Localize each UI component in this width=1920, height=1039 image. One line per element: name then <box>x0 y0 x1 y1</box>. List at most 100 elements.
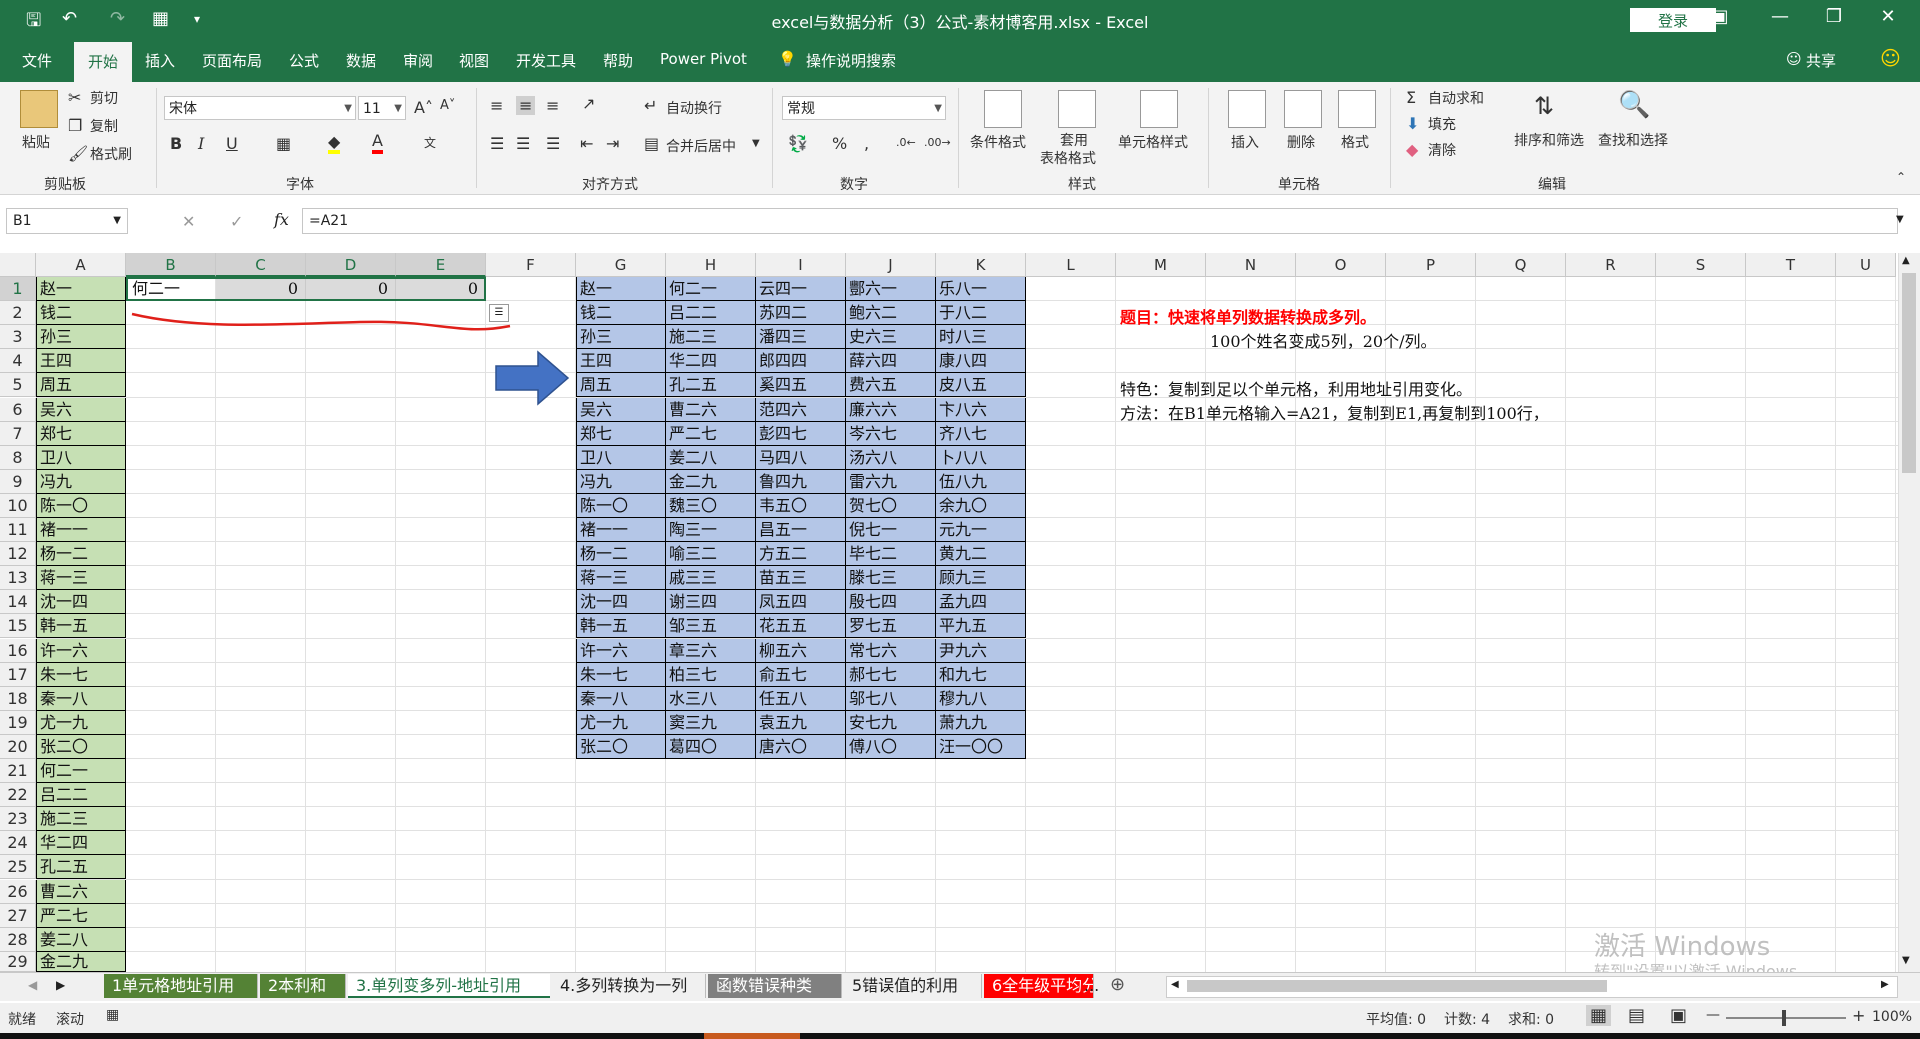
column-header-B[interactable]: B <box>126 253 216 277</box>
sheet-tab-7[interactable]: 6全年级平均分 <box>984 974 1094 998</box>
cell-A24[interactable]: 华二四 <box>36 831 126 856</box>
cell-J10[interactable]: 贺七〇 <box>846 493 936 518</box>
horizontal-scrollbar[interactable]: ◀ ▶ <box>1166 976 1898 998</box>
cell-A12[interactable]: 杨一二 <box>36 542 126 567</box>
tab-view[interactable]: 视图 <box>459 50 489 71</box>
cell-A6[interactable]: 吴六 <box>36 397 126 422</box>
cell-I4[interactable]: 郎四四 <box>756 349 846 374</box>
cell-G7[interactable]: 郑七 <box>576 421 666 446</box>
cell-A5[interactable]: 周五 <box>36 373 126 398</box>
column-header-T[interactable]: T <box>1746 253 1836 277</box>
tab-formulas[interactable]: 公式 <box>289 50 319 71</box>
next-sheet-icon[interactable]: ▶ <box>56 978 65 992</box>
page-break-view-icon[interactable]: ▣ <box>1670 1005 1687 1026</box>
row-header-3[interactable]: 3 <box>0 325 36 350</box>
align-middle-icon[interactable]: ≡ <box>516 96 536 115</box>
format-as-table-label1[interactable]: 套用 <box>1060 130 1088 150</box>
cell-H15[interactable]: 邹三五 <box>666 614 756 639</box>
select-all-corner[interactable] <box>0 253 36 277</box>
prev-sheet-icon[interactable]: ◀ <box>28 978 37 992</box>
smiley-icon[interactable]: ☺ <box>1880 46 1901 70</box>
column-header-E[interactable]: E <box>396 253 486 277</box>
cell-G1[interactable]: 赵一 <box>576 277 666 302</box>
row-header-26[interactable]: 26 <box>0 879 36 904</box>
sheet-tab-4[interactable]: 4.多列转换为一列 <box>552 974 706 998</box>
normal-view-icon[interactable]: ▦ <box>1586 1005 1612 1026</box>
scroll-right-icon[interactable]: ▶ <box>1881 979 1889 990</box>
row-header-29[interactable]: 29 <box>0 951 36 972</box>
cell-K4[interactable]: 康八四 <box>936 349 1026 374</box>
align-left-icon[interactable]: ☰ <box>490 134 504 153</box>
row-header-12[interactable]: 12 <box>0 542 36 567</box>
currency-icon[interactable]: 💱 <box>788 134 808 153</box>
cut-button[interactable]: 剪切 <box>90 88 118 108</box>
tab-file[interactable]: 文件 <box>22 50 52 71</box>
delete-cells-button[interactable]: 删除 <box>1287 132 1315 152</box>
cell-I16[interactable]: 柳五六 <box>756 638 846 663</box>
insert-cells-icon[interactable] <box>1228 90 1266 128</box>
cell-G16[interactable]: 许一六 <box>576 638 666 663</box>
cell-I8[interactable]: 马四八 <box>756 445 846 470</box>
cell-G9[interactable]: 冯九 <box>576 469 666 494</box>
underline-button[interactable]: U <box>226 134 238 153</box>
formula-input[interactable]: =A21 <box>302 208 1898 234</box>
row-header-6[interactable]: 6 <box>0 397 36 422</box>
name-box[interactable]: B1 ▼ <box>6 208 128 234</box>
cancel-icon[interactable]: ✕ <box>182 212 195 231</box>
percent-button[interactable]: % <box>832 134 847 153</box>
cell-styles-button[interactable]: 单元格样式 <box>1118 132 1188 152</box>
cell-styles-icon[interactable] <box>1140 90 1178 128</box>
row-header-1[interactable]: 1 <box>0 277 36 302</box>
sort-filter-icon[interactable]: ⇅ <box>1534 92 1554 120</box>
paste-icon[interactable] <box>20 90 58 128</box>
cell-A25[interactable]: 孔二五 <box>36 855 126 880</box>
cell-J2[interactable]: 鲍六二 <box>846 301 936 326</box>
row-header-18[interactable]: 18 <box>0 686 36 711</box>
scroll-down-icon[interactable]: ▼ <box>1902 955 1910 966</box>
row-header-23[interactable]: 23 <box>0 807 36 832</box>
align-top-icon[interactable]: ≡ <box>490 96 503 115</box>
row-header-9[interactable]: 9 <box>0 469 36 494</box>
format-cells-button[interactable]: 格式 <box>1341 132 1369 152</box>
row-header-21[interactable]: 21 <box>0 759 36 784</box>
tab-data[interactable]: 数据 <box>346 50 376 71</box>
conditional-format-button[interactable]: 条件格式 <box>970 132 1026 152</box>
ribbon-display-icon[interactable]: ▣ <box>1700 6 1740 27</box>
orientation-icon[interactable]: ↗ <box>582 94 595 113</box>
format-painter-button[interactable]: 格式刷 <box>90 144 132 164</box>
cell-J6[interactable]: 廉六六 <box>846 397 936 422</box>
cell-H9[interactable]: 金二九 <box>666 469 756 494</box>
page-layout-view-icon[interactable]: ▤ <box>1628 1005 1645 1026</box>
cell-H18[interactable]: 水三八 <box>666 686 756 711</box>
sheet-tab-5[interactable]: 函数错误种类 <box>708 974 842 998</box>
merge-center-button[interactable]: 合并后居中 <box>666 136 736 156</box>
cell-G20[interactable]: 张二〇 <box>576 734 666 759</box>
cell-A7[interactable]: 郑七 <box>36 421 126 446</box>
cell-G15[interactable]: 韩一五 <box>576 614 666 639</box>
row-header-19[interactable]: 19 <box>0 710 36 735</box>
row-header-17[interactable]: 17 <box>0 662 36 687</box>
collapse-ribbon-icon[interactable]: ⌃ <box>1896 170 1906 184</box>
cell-K17[interactable]: 和九七 <box>936 662 1026 687</box>
column-header-C[interactable]: C <box>216 253 306 277</box>
row-header-25[interactable]: 25 <box>0 855 36 880</box>
column-header-D[interactable]: D <box>306 253 396 277</box>
cell-G6[interactable]: 吴六 <box>576 397 666 422</box>
cell-J7[interactable]: 岑六七 <box>846 421 936 446</box>
cell-H8[interactable]: 姜二八 <box>666 445 756 470</box>
macro-record-icon[interactable]: ▦ <box>106 1007 119 1023</box>
tab-developer[interactable]: 开发工具 <box>516 50 576 71</box>
cell-H17[interactable]: 柏三七 <box>666 662 756 687</box>
phonetic-icon[interactable]: 文 <box>424 134 436 151</box>
tell-me-search[interactable]: 操作说明搜索 <box>806 50 896 71</box>
column-header-M[interactable]: M <box>1116 253 1206 277</box>
cell-K15[interactable]: 平九五 <box>936 614 1026 639</box>
autosum-button[interactable]: 自动求和 <box>1428 88 1484 108</box>
column-header-P[interactable]: P <box>1386 253 1476 277</box>
scroll-up-icon[interactable]: ▲ <box>1902 255 1910 266</box>
cell-A18[interactable]: 秦一八 <box>36 686 126 711</box>
cell-G4[interactable]: 王四 <box>576 349 666 374</box>
cell-J19[interactable]: 安七九 <box>846 710 936 735</box>
wrap-text-button[interactable]: 自动换行 <box>666 98 722 118</box>
cell-J11[interactable]: 倪七一 <box>846 518 936 543</box>
